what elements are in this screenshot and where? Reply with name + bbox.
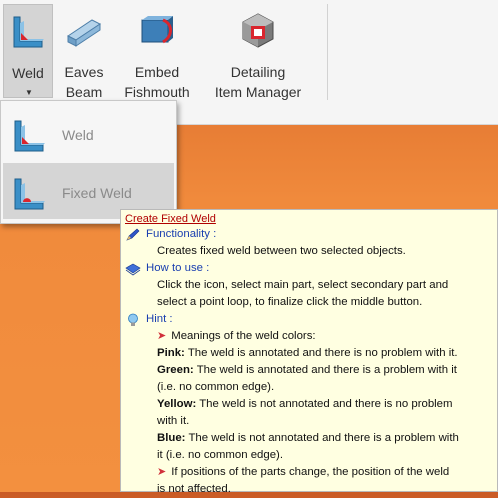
detailing-item-manager-button[interactable]: Detailing Item Manager: [206, 4, 310, 104]
blue-text-line2: it (i.e. no common edge).: [157, 449, 283, 461]
eaves-label-line1: Eaves: [64, 64, 104, 80]
howto-line2: select a point loop, to finalize click t…: [157, 296, 423, 308]
blue-key: Blue:: [157, 432, 186, 444]
pen-icon: [126, 228, 140, 241]
hint-positions-line1: If positions of the parts change, the po…: [171, 466, 450, 478]
functionality-heading: Functionality :: [125, 226, 493, 243]
detailing-item-manager-icon: [242, 13, 274, 48]
howto-heading-text: How to use :: [146, 262, 210, 274]
howto-line1: Click the icon, select main part, select…: [157, 279, 449, 291]
embed-fishmouth-icon: [141, 16, 173, 44]
hint-heading: Hint :: [125, 311, 493, 328]
embed-fishmouth-button[interactable]: Embed Fishmouth: [116, 4, 198, 104]
yellow-key: Yellow:: [157, 398, 197, 410]
menu-item-weld-label: Weld: [62, 127, 94, 143]
hint-positions: ➤ If positions of the parts change, the …: [125, 464, 493, 481]
embed-label-line1: Embed: [134, 64, 180, 80]
fixed-weld-icon: [14, 178, 45, 210]
pink-text: The weld is annotated and there is no pr…: [187, 347, 458, 359]
fixed-weld-tooltip: Create Fixed Weld Functionality : Create…: [120, 209, 498, 495]
weld-icon: [13, 16, 44, 48]
weld-icon: [14, 120, 45, 152]
detailing-label-line2: Item Manager: [214, 84, 302, 100]
ribbon-separator: [327, 4, 328, 100]
tooltip-title: Create Fixed Weld: [125, 213, 216, 225]
pink-key: Pink:: [157, 347, 185, 359]
menu-item-fixed-weld-label: Fixed Weld: [62, 185, 132, 201]
hint-meanings: ➤ Meanings of the weld colors:: [125, 328, 493, 345]
pink-description: Pink: The weld is annotated and there is…: [125, 345, 493, 362]
menu-item-weld[interactable]: Weld: [3, 105, 174, 161]
weld-button[interactable]: Weld ▼: [3, 4, 53, 98]
functionality-heading-text: Functionality :: [146, 228, 217, 240]
howto-heading: How to use :: [125, 260, 493, 277]
eaves-label-line2: Beam: [65, 84, 103, 100]
yellow-text-line1: The weld is not annotated and there is n…: [199, 398, 453, 410]
functionality-text: Creates fixed weld between two selected …: [157, 245, 406, 257]
red-arrow-icon: ➤: [157, 466, 167, 478]
hint-heading-text: Hint :: [146, 313, 173, 325]
detailing-label-line1: Detailing: [230, 64, 286, 80]
blue-description: Blue: The weld is not annotated and ther…: [125, 430, 493, 447]
weld-button-label: Weld: [12, 65, 44, 81]
yellow-text-line2: with it.: [157, 415, 190, 427]
chevron-down-icon: ▼: [25, 88, 33, 97]
yellow-description: Yellow: The weld is not annotated and th…: [125, 396, 493, 413]
weld-dropdown-menu: Weld Fixed Weld: [0, 100, 177, 224]
hint-meanings-text: Meanings of the weld colors:: [171, 330, 316, 342]
blue-text-line1: The weld is not annotated and there is a…: [188, 432, 459, 444]
book-icon: [125, 263, 141, 275]
hint-positions-line2: is not affected.: [157, 483, 231, 495]
lightbulb-icon: [128, 313, 138, 326]
green-description: Green: The weld is annotated and there i…: [125, 362, 493, 379]
red-arrow-icon: ➤: [157, 330, 167, 342]
green-key: Green:: [157, 364, 194, 376]
green-text-line2: (i.e. no common edge).: [157, 381, 275, 393]
green-text-line1: The weld is annotated and there is a pro…: [196, 364, 457, 376]
eaves-beam-icon: [67, 19, 101, 47]
eaves-beam-button[interactable]: Eaves Beam: [58, 4, 110, 104]
embed-label-line2: Fishmouth: [124, 84, 190, 100]
